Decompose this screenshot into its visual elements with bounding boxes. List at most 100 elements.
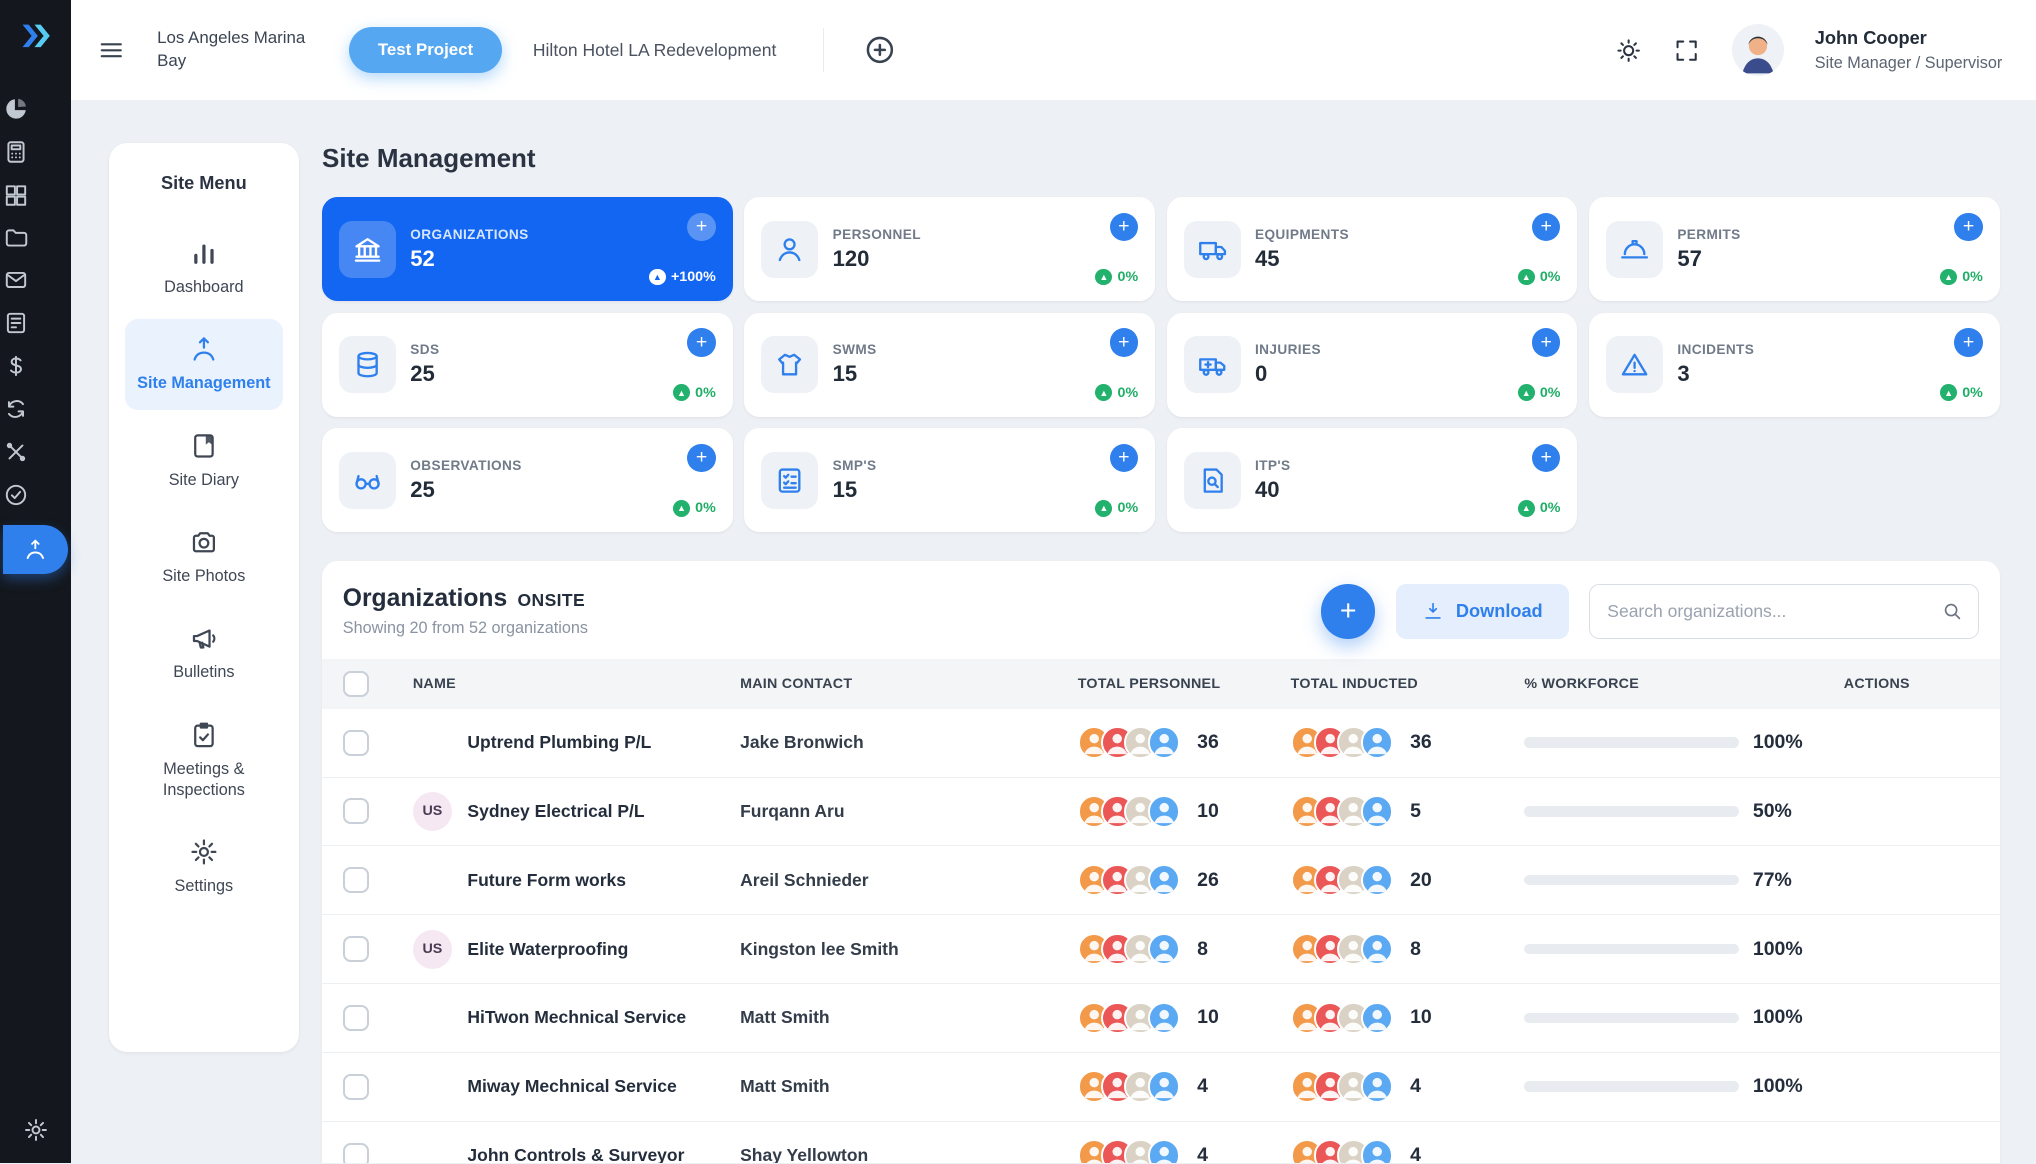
stat-card-smp-s[interactable]: SMP'S 15 + ▲ 0% <box>744 428 1155 532</box>
sidebar-item-settings[interactable]: Settings <box>125 822 283 913</box>
download-icon <box>1422 600 1444 622</box>
search-input[interactable] <box>1589 584 1979 639</box>
sidebar-item-site-photos[interactable]: Site Photos <box>125 511 283 602</box>
rail-item-person-up[interactable] <box>3 525 68 574</box>
stat-card-value: 120 <box>833 246 921 272</box>
rail-item-dollar[interactable] <box>3 353 29 379</box>
user-avatar[interactable] <box>1732 24 1784 76</box>
personnel-count: 4 <box>1197 1075 1208 1098</box>
hard-hat-icon <box>1619 234 1650 265</box>
row-checkbox[interactable] <box>343 1005 369 1031</box>
table-row[interactable]: Uptrend Plumbing P/L Jake Bronwich 36 36… <box>322 709 2000 778</box>
stat-card-swms[interactable]: SWMS 15 + ▲ 0% <box>744 313 1155 417</box>
sidebar-item-label: Site Management <box>137 373 270 394</box>
table-row[interactable]: John Controls & Surveyor Shay Yellowton … <box>322 1122 2000 1164</box>
table-row[interactable]: US Sydney Electrical P/L Furqann Aru 10 … <box>322 778 2000 847</box>
fullscreen-button[interactable] <box>1673 37 1700 64</box>
stat-card-incidents[interactable]: INCIDENTS 3 + ▲ 0% <box>1589 313 2000 417</box>
stat-card-add-button[interactable]: + <box>1532 213 1561 242</box>
rail-item-bricks[interactable] <box>3 182 29 208</box>
dollar-icon <box>3 353 29 379</box>
stat-card-value: 45 <box>1255 246 1349 272</box>
row-checkbox[interactable] <box>343 1074 369 1100</box>
sidebar-item-bulletins[interactable]: Bulletins <box>125 608 283 699</box>
stat-card-personnel[interactable]: PERSONNEL 120 + ▲ 0% <box>744 197 1155 301</box>
table-row[interactable]: HiTwon Mechnical Service Matt Smith 10 1… <box>322 984 2000 1053</box>
stat-card-add-button[interactable]: + <box>1954 213 1983 242</box>
row-checkbox[interactable] <box>343 730 369 756</box>
check-circle-icon <box>3 482 29 508</box>
sidebar-item-site-management[interactable]: Site Management <box>125 319 283 410</box>
stat-card-equipments[interactable]: EQUIPMENTS 45 + ▲ 0% <box>1167 197 1578 301</box>
stat-card-sds[interactable]: SDS 25 + ▲ 0% <box>322 313 733 417</box>
theme-toggle-button[interactable] <box>1615 37 1642 64</box>
stat-card-add-button[interactable]: + <box>1954 328 1983 357</box>
org-name: Miway Mechnical Service <box>467 1076 676 1097</box>
rail-settings-button[interactable] <box>23 1117 49 1143</box>
inducted-avatars <box>1291 726 1394 758</box>
workforce-percent: 100% <box>1753 731 1803 754</box>
rail-item-folder[interactable] <box>3 225 29 251</box>
rail-item-mail[interactable] <box>3 267 29 293</box>
table-row[interactable]: Future Form works Areil Schnieder 26 20 … <box>322 846 2000 915</box>
tools-icon <box>3 439 29 465</box>
row-checkbox[interactable] <box>343 936 369 962</box>
avatar <box>1361 1002 1393 1034</box>
stat-card-change: ▲ 0% <box>673 500 716 517</box>
ambulance-icon <box>1197 349 1228 380</box>
rail-item-ledger[interactable] <box>3 310 29 336</box>
menu-icon[interactable] <box>97 36 126 65</box>
sidebar-item-dashboard[interactable]: Dashboard <box>125 222 283 313</box>
avatar <box>1148 1139 1180 1163</box>
user-name: John Cooper <box>1815 26 2003 51</box>
stat-card-add-button[interactable]: + <box>1110 213 1139 242</box>
stat-card-permits[interactable]: PERMITS 57 + ▲ 0% <box>1589 197 2000 301</box>
sidebar-item-label: Meetings & Inspections <box>130 759 278 801</box>
rail-item-calculator[interactable] <box>3 139 29 165</box>
stat-card-add-button[interactable]: + <box>1532 328 1561 357</box>
stat-card-add-button[interactable]: + <box>1110 328 1139 357</box>
add-project-button[interactable] <box>863 33 897 67</box>
stat-card-label: EQUIPMENTS <box>1255 227 1349 242</box>
stat-card-add-button[interactable]: + <box>1110 444 1139 473</box>
sidebar-item-label: Dashboard <box>164 277 243 298</box>
stat-card-itp-s[interactable]: ITP'S 40 + ▲ 0% <box>1167 428 1578 532</box>
stat-card-add-button[interactable]: + <box>1532 444 1561 473</box>
stat-card-injuries[interactable]: INJURIES 0 + ▲ 0% <box>1167 313 1578 417</box>
add-organization-button[interactable]: + <box>1321 584 1376 639</box>
table-header: NAME MAIN CONTACT TOTAL PERSONNEL TOTAL … <box>322 659 2000 708</box>
project-badge-button[interactable]: Test Project <box>349 27 501 73</box>
journal-icon <box>189 431 219 461</box>
organizations-title: Organizations <box>343 585 507 613</box>
sidebar-item-meetings-inspections[interactable]: Meetings & Inspections <box>125 704 283 816</box>
table-row[interactable]: Miway Mechnical Service Matt Smith 4 4 1… <box>322 1053 2000 1122</box>
sidebar-item-site-diary[interactable]: Site Diary <box>125 415 283 506</box>
row-checkbox[interactable] <box>343 1143 369 1164</box>
trend-up-icon: ▲ <box>1940 269 1957 286</box>
download-button[interactable]: Download <box>1396 584 1568 639</box>
stat-card-add-button[interactable]: + <box>687 213 716 242</box>
stat-card-change: ▲ 0% <box>1518 500 1561 517</box>
stat-card-label: PERSONNEL <box>833 227 921 242</box>
rail-item-check-circle[interactable] <box>3 482 29 508</box>
inducted-count: 4 <box>1410 1075 1421 1098</box>
rail-item-pie-chart[interactable] <box>3 96 29 122</box>
stat-card-add-button[interactable]: + <box>687 328 716 357</box>
user-role: Site Manager / Supervisor <box>1815 53 2003 75</box>
org-main-contact: Areil Schnieder <box>740 870 1078 891</box>
org-name: John Controls & Surveyor <box>467 1145 684 1163</box>
row-checkbox[interactable] <box>343 867 369 893</box>
bar-chart-icon <box>189 238 219 268</box>
table-row[interactable]: US Elite Waterproofing Kingston lee Smit… <box>322 915 2000 984</box>
rail-item-tools[interactable] <box>3 439 29 465</box>
stat-card-observations[interactable]: OBSERVATIONS 25 + ▲ 0% <box>322 428 733 532</box>
select-all-checkbox[interactable] <box>343 671 369 697</box>
truck-icon <box>1197 234 1228 265</box>
download-icon <box>1422 600 1444 622</box>
rail-item-money-return[interactable] <box>3 396 29 422</box>
stat-card-value: 25 <box>410 477 521 503</box>
stat-card-add-button[interactable]: + <box>687 444 716 473</box>
row-checkbox[interactable] <box>343 798 369 824</box>
stat-card-organizations[interactable]: ORGANIZATIONS 52 + ▲ +100% <box>322 197 733 301</box>
stat-card-value: 15 <box>833 477 877 503</box>
